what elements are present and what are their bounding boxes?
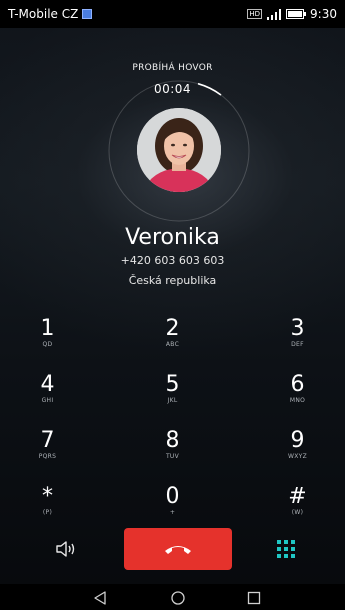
phone-hangup-icon	[165, 546, 191, 554]
dial-key-letters: (P)	[42, 509, 53, 516]
navigation-bar	[0, 584, 345, 610]
dialpad-row: 1 QD 2 ABC 3 DEF	[0, 313, 345, 369]
dial-key-digit: 6	[290, 372, 305, 397]
speaker-button[interactable]	[54, 538, 78, 560]
contact-photo	[137, 108, 221, 192]
dial-key-letters: ABC	[165, 341, 180, 348]
dial-key-letters: (W)	[291, 509, 304, 516]
dialpad: 1 QD 2 ABC 3 DEF 4 GHI 5 JKL 6 MNO 7 PQR…	[0, 313, 345, 537]
home-circle-icon[interactable]	[170, 590, 186, 606]
dial-key-letters: +	[169, 509, 176, 516]
status-right: HD 9:30	[247, 7, 337, 21]
dial-key-content: 0 +	[166, 481, 180, 517]
dial-key-content: # (W)	[288, 481, 306, 517]
speaker-icon	[56, 541, 75, 557]
dial-key-content: * (P)	[42, 481, 53, 517]
dial-key-letters: QD	[42, 341, 53, 348]
contact-name: Veronika	[125, 225, 220, 250]
dialpad-row: 4 GHI 5 JKL 6 MNO	[0, 369, 345, 425]
dial-key-content: 4 GHI	[41, 369, 55, 405]
dial-key-letters: DEF	[291, 341, 304, 348]
signal-strength-icon	[266, 8, 282, 20]
status-clock: 9:30	[310, 7, 337, 21]
dial-key-digit: 2	[165, 316, 180, 341]
sim-card-icon	[82, 9, 93, 19]
dial-key-digit: 5	[165, 372, 180, 397]
status-left: T-Mobile CZ	[8, 7, 93, 21]
end-call-button[interactable]	[124, 528, 232, 570]
dial-key-digit: #	[288, 484, 307, 509]
dialpad-grid-icon	[277, 540, 295, 558]
dial-key-letters: TUV	[165, 453, 180, 460]
dial-key-digit: 1	[40, 316, 55, 341]
call-controls	[0, 528, 345, 570]
dial-key-letters: PQRS	[38, 453, 57, 460]
dial-key-letters: JKL	[167, 397, 178, 404]
dial-key-content: 6 MNO	[290, 369, 305, 405]
back-triangle-icon[interactable]	[92, 590, 108, 606]
dial-key-content: 7 PQRS	[39, 425, 57, 461]
dial-key-7[interactable]: 7 PQRS	[0, 425, 115, 481]
dial-key-digit: 4	[40, 372, 55, 397]
dial-key-content: 8 TUV	[166, 425, 180, 461]
dial-key-content: 9 WXYZ	[288, 425, 307, 461]
call-status-label: PROBÍHÁ HOVOR	[132, 63, 213, 73]
dial-key-digit: 8	[165, 428, 180, 453]
dial-key-digit: 7	[40, 428, 55, 453]
dial-key-digit: 0	[165, 484, 180, 509]
dial-key-content: 3 DEF	[291, 313, 305, 349]
dialpad-row: 7 PQRS 8 TUV 9 WXYZ	[0, 425, 345, 481]
dial-key-9[interactable]: 9 WXYZ	[230, 425, 345, 481]
contact-avatar	[137, 108, 221, 192]
contact-phone-number: +420 603 603 603	[120, 254, 225, 267]
dial-key-letters: MNO	[289, 397, 306, 404]
battery-icon	[286, 9, 307, 19]
dial-key-5[interactable]: 5 JKL	[115, 369, 230, 425]
dial-key-digit: 3	[290, 316, 305, 341]
dial-key-digit: *	[42, 484, 53, 509]
dial-key-letters: GHI	[41, 397, 54, 404]
carrier-name: T-Mobile CZ	[8, 7, 79, 21]
in-call-screen: T-Mobile CZ HD 9:30 PROBÍHÁ HOVOR 00:04 …	[0, 0, 345, 610]
dial-key-6[interactable]: 6 MNO	[230, 369, 345, 425]
status-bar: T-Mobile CZ HD 9:30	[0, 0, 345, 28]
dial-key-2[interactable]: 2 ABC	[115, 313, 230, 369]
dial-key-4[interactable]: 4 GHI	[0, 369, 115, 425]
dialpad-toggle-button[interactable]	[275, 538, 297, 560]
dial-key-1[interactable]: 1 QD	[0, 313, 115, 369]
dial-key-content: 2 ABC	[166, 313, 180, 349]
hd-voice-icon: HD	[247, 9, 263, 19]
dial-key-digit: 9	[290, 428, 305, 453]
dial-key-3[interactable]: 3 DEF	[230, 313, 345, 369]
recents-square-icon[interactable]	[246, 590, 262, 606]
contact-country: Česká republika	[128, 274, 217, 287]
dial-key-letters: WXYZ	[287, 453, 308, 460]
call-timer: 00:04	[153, 82, 192, 96]
dial-key-8[interactable]: 8 TUV	[115, 425, 230, 481]
dial-key-content: 5 JKL	[166, 369, 180, 405]
dial-key-content: 1 QD	[41, 313, 55, 349]
